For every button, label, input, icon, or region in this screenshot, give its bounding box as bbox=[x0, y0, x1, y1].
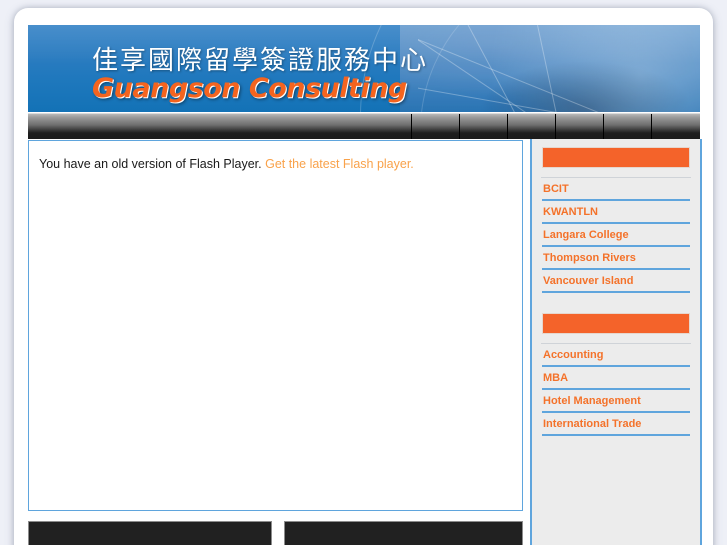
sidebar-heading-schools[interactable] bbox=[542, 147, 690, 168]
list-item[interactable]: MBA bbox=[542, 367, 690, 390]
site-banner: 佳享國際留學簽證服務中心 Guangson Consulting bbox=[28, 25, 700, 112]
sidebar-block-schools: BCIT KWANTLN Langara College Thompson Ri… bbox=[532, 147, 700, 293]
sidebar-list-schools: BCIT KWANTLN Langara College Thompson Ri… bbox=[532, 178, 700, 293]
nav-item-0[interactable] bbox=[28, 114, 412, 139]
sidebar-item-hotel-management[interactable]: Hotel Management bbox=[542, 390, 690, 411]
nav-item-4[interactable] bbox=[556, 114, 604, 139]
nav-item-5[interactable] bbox=[604, 114, 652, 139]
list-item[interactable]: International Trade bbox=[542, 413, 690, 436]
flash-player-notice: You have an old version of Flash Player.… bbox=[39, 157, 414, 171]
main-navigation-bar[interactable] bbox=[28, 112, 700, 139]
list-item[interactable]: BCIT bbox=[542, 178, 690, 201]
site-title-english: Guangson Consulting bbox=[92, 73, 407, 104]
footer-panels bbox=[28, 521, 523, 545]
main-content-panel: You have an old version of Flash Player.… bbox=[28, 140, 523, 511]
sidebar-block-programs: Accounting MBA Hotel Management Internat… bbox=[532, 313, 700, 436]
list-item[interactable]: Vancouver Island bbox=[542, 270, 690, 293]
nav-item-6[interactable] bbox=[652, 114, 700, 139]
flash-notice-text: You have an old version of Flash Player. bbox=[39, 157, 262, 171]
browser-viewport: 佳享國際留學簽證服務中心 Guangson Consulting You hav… bbox=[0, 0, 727, 545]
sidebar-item-kwantln[interactable]: KWANTLN bbox=[542, 201, 690, 222]
list-item[interactable]: KWANTLN bbox=[542, 201, 690, 224]
flash-download-link[interactable]: Get the latest Flash player. bbox=[265, 157, 414, 171]
sidebar-item-thompson-rivers[interactable]: Thompson Rivers bbox=[542, 247, 690, 268]
footer-panel-right[interactable] bbox=[284, 521, 523, 545]
list-item[interactable]: Hotel Management bbox=[542, 390, 690, 413]
list-item[interactable]: Langara College bbox=[542, 224, 690, 247]
sidebar-item-mba[interactable]: MBA bbox=[542, 367, 690, 388]
page-container: 佳享國際留學簽證服務中心 Guangson Consulting You hav… bbox=[14, 8, 713, 545]
sidebar-item-vancouver-island[interactable]: Vancouver Island bbox=[542, 270, 690, 291]
sidebar-item-international-trade[interactable]: International Trade bbox=[542, 413, 690, 434]
site-title-chinese: 佳享國際留學簽證服務中心 bbox=[92, 46, 429, 76]
sidebar-list-programs: Accounting MBA Hotel Management Internat… bbox=[532, 344, 700, 436]
sidebar-item-bcit[interactable]: BCIT bbox=[542, 178, 690, 199]
sidebar: BCIT KWANTLN Langara College Thompson Ri… bbox=[530, 139, 702, 545]
nav-item-1[interactable] bbox=[412, 114, 460, 139]
sidebar-item-accounting[interactable]: Accounting bbox=[542, 344, 690, 365]
nav-item-3[interactable] bbox=[508, 114, 556, 139]
sidebar-heading-programs[interactable] bbox=[542, 313, 690, 334]
nav-item-2[interactable] bbox=[460, 114, 508, 139]
footer-panel-left[interactable] bbox=[28, 521, 272, 545]
sidebar-item-langara-college[interactable]: Langara College bbox=[542, 224, 690, 245]
list-item[interactable]: Accounting bbox=[542, 344, 690, 367]
list-item[interactable]: Thompson Rivers bbox=[542, 247, 690, 270]
